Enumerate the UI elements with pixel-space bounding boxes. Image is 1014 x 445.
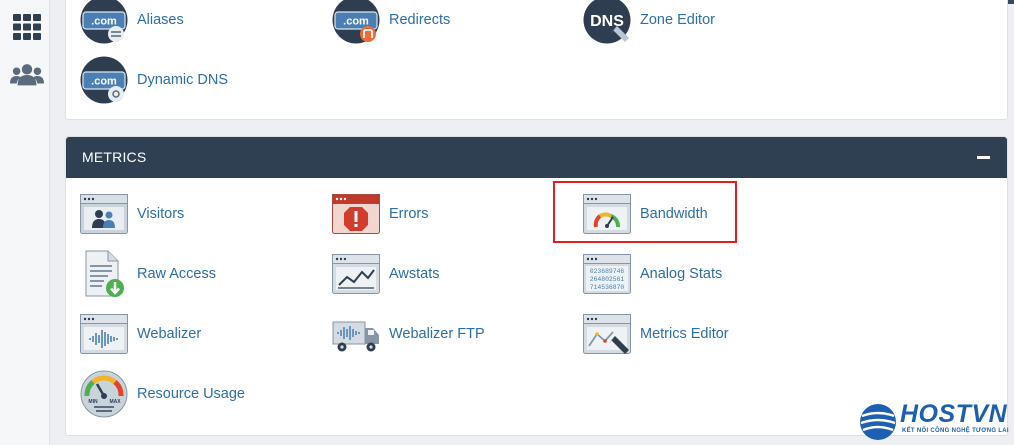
collapse-minus-icon[interactable] (977, 151, 990, 164)
analog-number-2: 264802561 (590, 276, 625, 283)
bandwidth-label: Bandwidth (640, 206, 708, 222)
zone-editor-link[interactable]: DNS Zone Editor (583, 0, 715, 45)
hostvn-brand-name: HOSTVN (900, 400, 1008, 428)
awstats-label: Awstats (389, 266, 440, 282)
raw-access-icon (80, 250, 128, 298)
redirects-link[interactable]: .com Redirects (332, 0, 450, 45)
analog-stats-link[interactable]: 023689746 264802561 714536870 Analog Sta… (583, 249, 722, 299)
analog-stats-label: Analog Stats (640, 266, 723, 282)
visitors-icon (80, 190, 128, 238)
redirects-label: Redirects (389, 12, 451, 28)
hostvn-watermark: HOSTVN KẾT NỐI CÔNG NGHỆ TƯƠNG LAI (858, 400, 1014, 445)
zone-editor-label: Zone Editor (640, 12, 715, 28)
domain-redirects-icon: .com (332, 0, 380, 44)
aliases-link[interactable]: .com Aliases (80, 0, 184, 45)
dns-zone-editor-icon: DNS (583, 0, 631, 44)
analog-number-3: 714536870 (590, 284, 625, 291)
resource-usage-link[interactable]: MIN MAX Resource Usage (80, 369, 245, 419)
raw-access-link[interactable]: Raw Access (80, 249, 216, 299)
metrics-panel-title: METRICS (82, 149, 147, 165)
left-rail (0, 0, 50, 445)
svg-text:.com: .com (91, 16, 117, 28)
dynamic-dns-icon: .com (80, 56, 128, 104)
domain-aliases-icon: .com (80, 0, 128, 44)
hostvn-tagline: KẾT NỐI CÔNG NGHỆ TƯƠNG LAI (902, 428, 1009, 434)
hostvn-logo-icon (860, 404, 896, 440)
users-icon[interactable] (10, 60, 44, 90)
metrics-panel-header[interactable]: METRICS (66, 137, 1007, 178)
raw-access-label: Raw Access (137, 266, 216, 282)
resource-usage-label: Resource Usage (137, 386, 245, 402)
webalizer-ftp-truck-icon (332, 310, 380, 358)
metrics-editor-link[interactable]: Metrics Editor (583, 309, 729, 359)
awstats-link[interactable]: Awstats (332, 249, 440, 299)
visitors-label: Visitors (137, 206, 185, 222)
resource-usage-gauge-icon: MIN MAX (80, 370, 128, 418)
webalizer-ftp-label: Webalizer FTP (389, 326, 485, 342)
webalizer-label: Webalizer (137, 326, 202, 342)
bandwidth-link[interactable]: Bandwidth (583, 189, 708, 239)
analog-stats-icon: 023689746 264802561 714536870 (583, 250, 631, 298)
webalizer-link[interactable]: Webalizer (80, 309, 201, 359)
grid-icon[interactable] (10, 12, 44, 42)
aliases-label: Aliases (137, 12, 184, 28)
analog-number-1: 023689746 (590, 268, 625, 275)
dynamic-dns-link[interactable]: .com Dynamic DNS (80, 55, 228, 105)
visitors-link[interactable]: Visitors (80, 189, 184, 239)
metrics-editor-label: Metrics Editor (640, 326, 729, 342)
dynamic-dns-label: Dynamic DNS (137, 72, 229, 88)
bandwidth-gauge-icon (583, 190, 631, 238)
svg-text:.com: .com (91, 76, 117, 88)
webalizer-icon (80, 310, 128, 358)
errors-icon (332, 190, 380, 238)
svg-text:.com: .com (343, 16, 369, 28)
metrics-editor-icon (583, 310, 631, 358)
errors-label: Errors (389, 206, 429, 222)
gauge-min-label: MIN (88, 399, 98, 405)
errors-link[interactable]: Errors (332, 189, 428, 239)
svg-text:DNS: DNS (590, 13, 624, 30)
webalizer-ftp-link[interactable]: Webalizer FTP (332, 309, 485, 359)
awstats-chart-icon (332, 250, 380, 298)
gauge-max-label: MAX (109, 399, 121, 405)
